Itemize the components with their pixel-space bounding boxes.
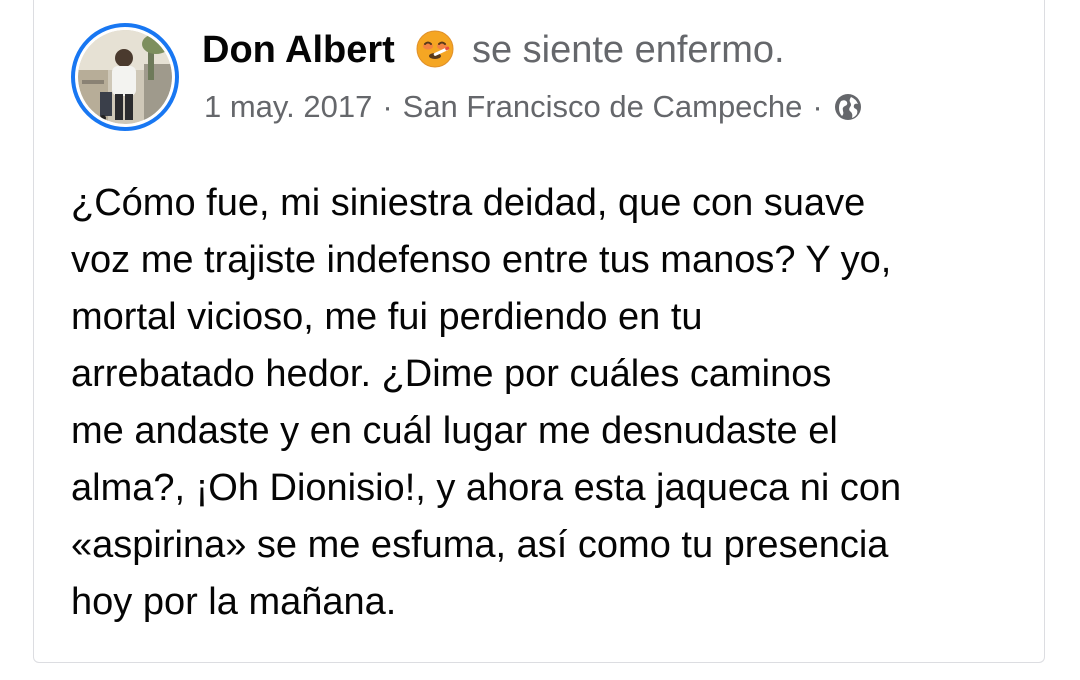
post-body-line: mortal vicioso, me fui perdiendo en tu (71, 296, 703, 338)
post-body-line: voz me trajiste indefenso entre tus mano… (71, 239, 892, 281)
post-header: Don Albert se siente enfermo. (202, 28, 785, 72)
post-body-line: hoy por la mañana. (71, 581, 397, 623)
post-body-line: alma?, ¡Oh Dionisio!, y ahora esta jaque… (71, 467, 902, 509)
feeling-text: se siente enfermo. (471, 29, 785, 71)
meta-separator: · (382, 89, 393, 124)
avatar-photo (78, 30, 172, 124)
post-meta: 1 may. 2017 · San Francisco de Campeche · (204, 87, 863, 127)
post-location[interactable]: San Francisco de Campeche (403, 89, 803, 124)
post-date[interactable]: 1 may. 2017 (204, 89, 372, 124)
sick-face-emoji-icon (416, 30, 454, 68)
post-body-line: arrebatado hedor. ¿Dime por cuáles camin… (71, 353, 832, 395)
globe-icon[interactable] (833, 92, 863, 122)
post-card: Don Albert se siente enfermo. 1 may. 201… (33, 0, 1045, 663)
profile-avatar[interactable] (71, 23, 179, 131)
post-body-line: ¿Cómo fue, mi siniestra deidad, que con … (71, 182, 866, 224)
author-name[interactable]: Don Albert (202, 29, 395, 71)
post-body-line: «aspirina» se me esfuma, así como tu pre… (71, 524, 889, 566)
post-body-line: me andaste y en cuál lugar me desnudaste… (71, 410, 838, 452)
post-body: ¿Cómo fue, mi siniestra deidad, que con … (71, 175, 1031, 631)
meta-separator: · (812, 89, 823, 124)
